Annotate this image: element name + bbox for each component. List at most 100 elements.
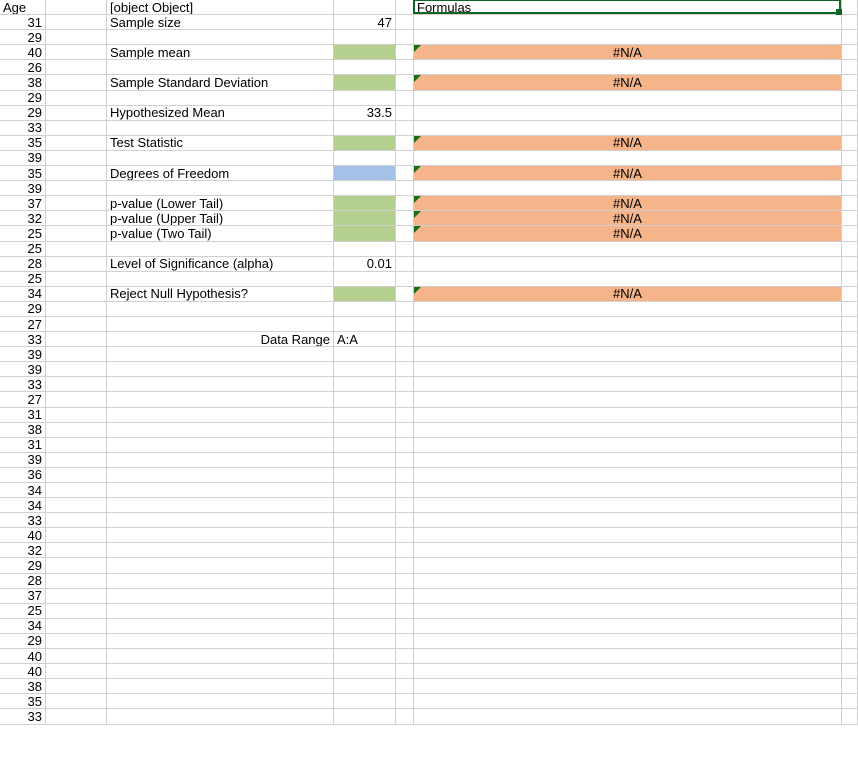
cell-value-d[interactable] xyxy=(334,604,396,619)
cell-e[interactable] xyxy=(396,498,414,513)
cell-g[interactable] xyxy=(842,347,858,362)
cell-e[interactable] xyxy=(396,438,414,453)
cell-label[interactable] xyxy=(107,649,334,664)
cell-e[interactable] xyxy=(396,392,414,407)
cell-b[interactable] xyxy=(46,634,107,649)
cell-formula-f[interactable] xyxy=(414,121,842,136)
cell-b[interactable] xyxy=(46,589,107,604)
cell-e[interactable] xyxy=(396,589,414,604)
cell-age[interactable]: 35 xyxy=(0,166,46,181)
cell-label[interactable] xyxy=(107,558,334,573)
cell-g[interactable] xyxy=(842,45,858,60)
cell-b[interactable] xyxy=(46,121,107,136)
cell-formula-f[interactable]: #N/A xyxy=(414,226,842,241)
cell-label[interactable] xyxy=(107,438,334,453)
cell-label[interactable] xyxy=(107,604,334,619)
cell-e[interactable] xyxy=(396,181,414,196)
cell-e[interactable] xyxy=(396,664,414,679)
cell-g[interactable] xyxy=(842,679,858,694)
cell-b[interactable] xyxy=(46,75,107,90)
cell-b[interactable] xyxy=(46,664,107,679)
cell-formula-f[interactable] xyxy=(414,619,842,634)
cell-label[interactable] xyxy=(107,453,334,468)
cell-b[interactable] xyxy=(46,528,107,543)
cell-value-d[interactable] xyxy=(334,181,396,196)
cell-g[interactable] xyxy=(842,709,858,724)
cell-formula-f[interactable] xyxy=(414,468,842,483)
cell-g[interactable] xyxy=(842,408,858,423)
cell-g[interactable] xyxy=(842,106,858,121)
cell-age[interactable]: 34 xyxy=(0,483,46,498)
cell-label[interactable]: Sample Standard Deviation xyxy=(107,75,334,90)
cell-g[interactable] xyxy=(842,75,858,90)
cell-value-d[interactable] xyxy=(334,196,396,211)
cell-label[interactable]: [object Object] xyxy=(107,0,334,15)
cell-label[interactable] xyxy=(107,498,334,513)
cell-label[interactable] xyxy=(107,377,334,392)
cell-age[interactable]: 26 xyxy=(0,60,46,75)
cell-e[interactable] xyxy=(396,75,414,90)
cell-age[interactable]: 29 xyxy=(0,558,46,573)
cell-label[interactable]: Reject Null Hypothesis? xyxy=(107,287,334,302)
cell-value-d[interactable] xyxy=(334,468,396,483)
cell-b[interactable] xyxy=(46,211,107,226)
cell-g[interactable] xyxy=(842,574,858,589)
cell-value-d[interactable]: 33.5 xyxy=(334,106,396,121)
cell-formula-f[interactable]: #N/A xyxy=(414,166,842,181)
cell-formula-f[interactable] xyxy=(414,634,842,649)
cell-label[interactable] xyxy=(107,347,334,362)
cell-age[interactable]: 33 xyxy=(0,377,46,392)
cell-label[interactable] xyxy=(107,709,334,724)
cell-value-d[interactable]: A:A xyxy=(334,332,396,347)
cell-age[interactable]: 31 xyxy=(0,15,46,30)
cell-value-d[interactable] xyxy=(334,498,396,513)
cell-age[interactable]: 40 xyxy=(0,649,46,664)
cell-e[interactable] xyxy=(396,468,414,483)
cell-value-d[interactable] xyxy=(334,483,396,498)
cell-e[interactable] xyxy=(396,679,414,694)
cell-b[interactable] xyxy=(46,181,107,196)
cell-formula-f[interactable] xyxy=(414,317,842,332)
cell-label[interactable] xyxy=(107,91,334,106)
cell-value-d[interactable] xyxy=(334,709,396,724)
cell-e[interactable] xyxy=(396,287,414,302)
cell-label[interactable] xyxy=(107,664,334,679)
cell-e[interactable] xyxy=(396,91,414,106)
cell-e[interactable] xyxy=(396,30,414,45)
cell-formula-f[interactable] xyxy=(414,558,842,573)
cell-g[interactable] xyxy=(842,513,858,528)
cell-g[interactable] xyxy=(842,30,858,45)
cell-age[interactable]: 31 xyxy=(0,438,46,453)
cell-formula-f[interactable]: #N/A xyxy=(414,287,842,302)
cell-age[interactable]: 37 xyxy=(0,196,46,211)
cell-g[interactable] xyxy=(842,15,858,30)
cell-e[interactable] xyxy=(396,166,414,181)
cell-e[interactable] xyxy=(396,211,414,226)
cell-age[interactable]: 25 xyxy=(0,604,46,619)
cell-g[interactable] xyxy=(842,423,858,438)
cell-b[interactable] xyxy=(46,438,107,453)
cell-value-d[interactable]: 47 xyxy=(334,15,396,30)
cell-label[interactable]: Degrees of Freedom xyxy=(107,166,334,181)
cell-value-d[interactable] xyxy=(334,408,396,423)
cell-age[interactable]: 29 xyxy=(0,30,46,45)
cell-formula-f[interactable]: Formulas xyxy=(414,0,842,15)
cell-formula-f[interactable] xyxy=(414,604,842,619)
cell-age[interactable]: 34 xyxy=(0,287,46,302)
cell-value-d[interactable] xyxy=(334,226,396,241)
cell-value-d[interactable] xyxy=(334,75,396,90)
cell-age[interactable]: 32 xyxy=(0,543,46,558)
cell-g[interactable] xyxy=(842,362,858,377)
cell-e[interactable] xyxy=(396,0,414,15)
cell-age[interactable]: 33 xyxy=(0,709,46,724)
cell-label[interactable]: Sample size xyxy=(107,15,334,30)
cell-b[interactable] xyxy=(46,377,107,392)
cell-formula-f[interactable] xyxy=(414,574,842,589)
cell-e[interactable] xyxy=(396,196,414,211)
cell-e[interactable] xyxy=(396,226,414,241)
cell-age[interactable]: 33 xyxy=(0,332,46,347)
cell-value-d[interactable] xyxy=(334,694,396,709)
cell-g[interactable] xyxy=(842,91,858,106)
cell-value-d[interactable] xyxy=(334,30,396,45)
cell-e[interactable] xyxy=(396,543,414,558)
